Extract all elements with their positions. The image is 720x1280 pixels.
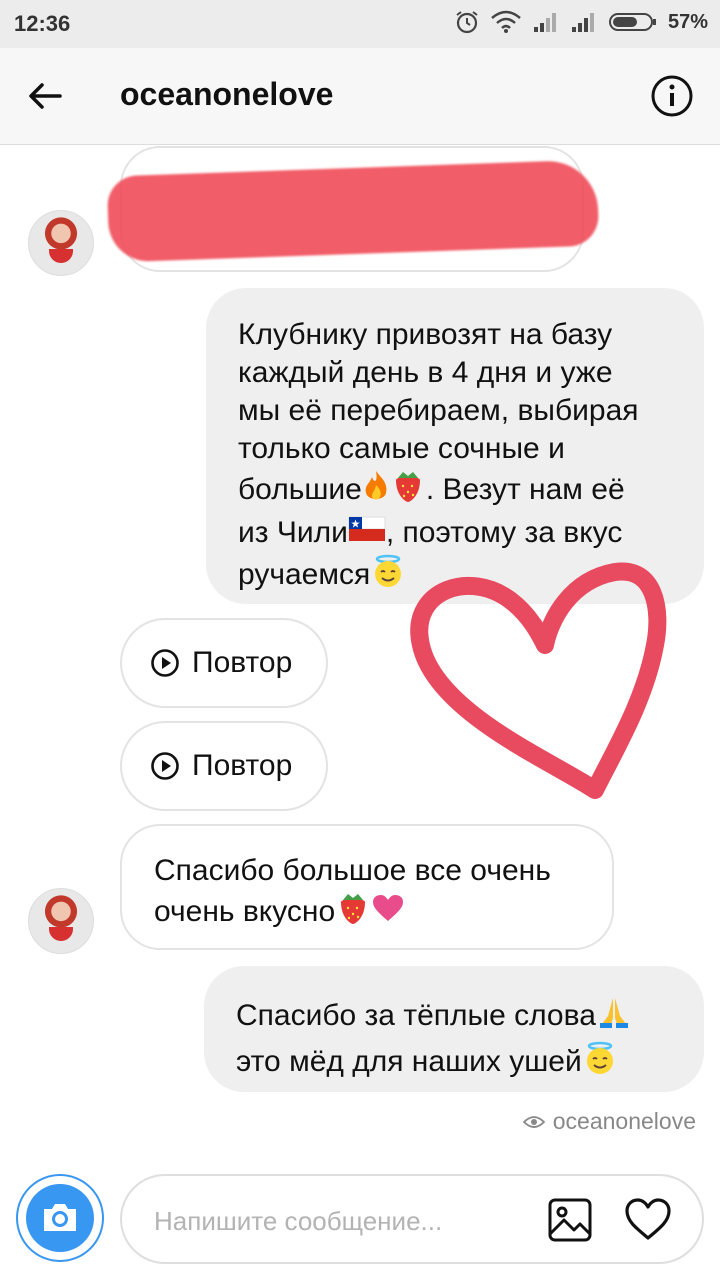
pink-heart-emoji [371,893,405,933]
pray-emoji [596,994,632,1040]
message-line: из Чили , поэтому за вкус [238,514,680,553]
message-text: , поэтому за вкус [385,516,623,549]
chile-flag-emoji [348,515,386,553]
back-arrow-icon [29,83,62,109]
alarm-icon [454,9,480,35]
replay-label: Повтор [192,646,293,679]
message-text: . Везут нам её [425,472,625,506]
battery-icon [608,11,658,33]
heart-drawing [410,562,667,799]
status-time: 12:36 [14,11,71,36]
avatar[interactable] [28,210,94,276]
camera-icon [44,1204,76,1231]
message-line: очень вкусно [154,890,582,936]
message-text: Спасибо за тёплые слова [236,998,596,1032]
outgoing-message: Спасибо за тёплые слова это мёд для наши… [204,966,704,1092]
message-line: Клубнику привозят на базу [238,318,613,351]
halo-smile-emoji [582,1040,618,1086]
chat-title[interactable]: oceanonelove [120,76,333,113]
message-text: из Чили [238,516,348,549]
message-text: это мёд для наших ушей [236,1044,582,1078]
gallery-button[interactable] [546,1196,594,1244]
redaction-scribble [106,159,600,263]
message-line: каждый день в 4 дня и уже [238,356,613,389]
info-button[interactable] [650,74,694,118]
heart-outline-icon [625,1198,671,1240]
message-text: ручаемся [238,558,371,591]
play-icon [151,752,179,780]
message-line: мы её перебираем, выбирая [238,394,639,427]
message-line: Спасибо за тёплые слова [236,994,684,1040]
like-button[interactable] [622,1194,674,1246]
replay-label: Повтор [192,749,293,782]
camera-button[interactable] [16,1174,104,1262]
incoming-message: Спасибо большое все очень очень вкусно [120,824,614,950]
eye-icon [522,1115,545,1128]
strawberry-emoji [335,890,371,936]
signal-icon-2 [570,11,598,33]
status-icons: 57% [454,9,708,35]
message-line: это мёд для наших ушей [236,1040,684,1086]
message-line: только самые сочные и [238,432,565,465]
replay-button[interactable]: Повтор [120,721,328,811]
message-composer [120,1174,704,1264]
message-line: большие . Везут нам её [238,468,680,514]
status-bar: 12:36 57% [0,0,720,48]
strawberry-emoji [390,468,426,514]
seen-by-name: oceanonelove [552,1108,696,1134]
info-icon [651,75,693,117]
gallery-icon [548,1198,592,1242]
play-icon [151,649,179,677]
replay-button[interactable]: Повтор [120,618,328,708]
message-line: Спасибо большое все очень [154,854,551,887]
wifi-icon [490,10,522,34]
message-input[interactable] [152,1200,516,1242]
message-text: большие [238,472,362,506]
chat-header: oceanonelove [0,48,720,145]
signal-icon [532,11,560,33]
camera-button-inner [26,1184,94,1252]
back-button[interactable] [24,74,68,118]
seen-indicator: oceanonelove [522,1108,696,1135]
battery-percent: 57% [667,10,708,33]
avatar[interactable] [28,888,94,954]
message-text: очень вкусно [154,894,336,928]
fire-emoji [362,469,390,513]
